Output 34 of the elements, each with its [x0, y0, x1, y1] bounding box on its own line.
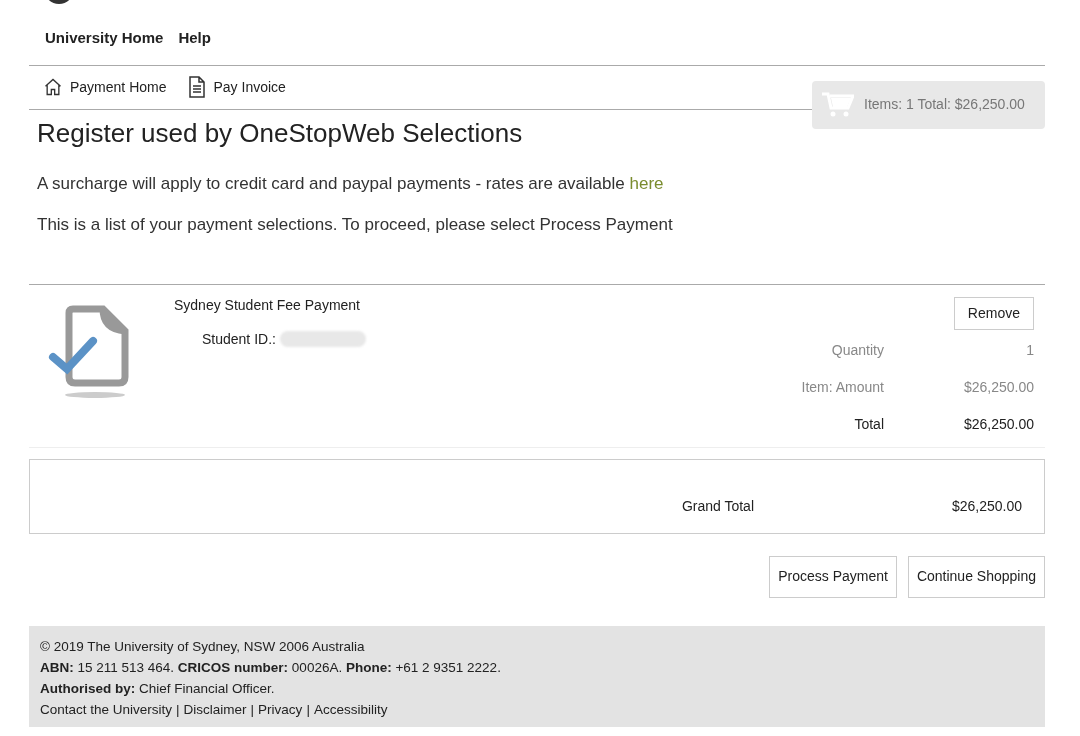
- action-button[interactable]: Continue Shopping: [907, 555, 1045, 598]
- row-label: Item: Amount: [801, 377, 884, 397]
- cart-summary[interactable]: Items: 1 Total: $26,250.00: [812, 80, 1045, 129]
- item-name: Sydney Student Fee Payment: [174, 295, 360, 315]
- footer-link[interactable]: Privacy: [258, 700, 303, 719]
- separator-text: |: [176, 700, 180, 719]
- footer-text: ABN: 15 211 513 464. CRICOS number: 00026A. Phone: +61 2 9351 2222.: [40, 658, 501, 677]
- row-label: Quantity: [830, 340, 884, 360]
- nav-link[interactable]: Help: [178, 27, 211, 50]
- document-icon: [188, 76, 207, 98]
- row-value: $26,250.00: [962, 377, 1034, 397]
- here-link[interactable]: here: [629, 173, 664, 193]
- footer-text: © 2019 The University of Sydney, NSW 2006 Australia: [40, 637, 365, 656]
- remove-button[interactable]: Remove: [953, 296, 1034, 330]
- home-icon: [43, 77, 63, 97]
- grand-total-label: Grand Total: [681, 496, 754, 516]
- footer-link[interactable]: Contact the University: [40, 700, 173, 719]
- footer-link[interactable]: Disclaimer: [183, 700, 247, 719]
- separator-text: |: [306, 700, 310, 719]
- row-value: 1: [1025, 340, 1034, 360]
- row-value: $26,250.00: [962, 414, 1034, 434]
- nav-link[interactable]: Payment Home: [43, 76, 167, 98]
- student-id-label: Student ID.:: [202, 329, 276, 349]
- separator-text: |: [250, 700, 255, 719]
- notice-text: This is a list of your payment selections. To proceed, please select Process Payment: [37, 214, 673, 236]
- row-label: Total: [853, 414, 884, 434]
- page-title: Register used by OneStopWeb Selections: [37, 116, 523, 150]
- footer-link[interactable]: Accessibility: [313, 700, 388, 719]
- footer-text: Authorised by: Chief Financial Officer.: [40, 679, 275, 698]
- action-button[interactable]: Process Payment: [769, 555, 897, 598]
- nav-link[interactable]: University Home: [45, 27, 164, 50]
- nav-link[interactable]: Pay Invoice: [188, 76, 286, 98]
- grand-total-value: $26,250.00: [950, 496, 1022, 516]
- notice-text: A surcharge will apply to credit card and paypal payments - rates are available here: [37, 172, 664, 195]
